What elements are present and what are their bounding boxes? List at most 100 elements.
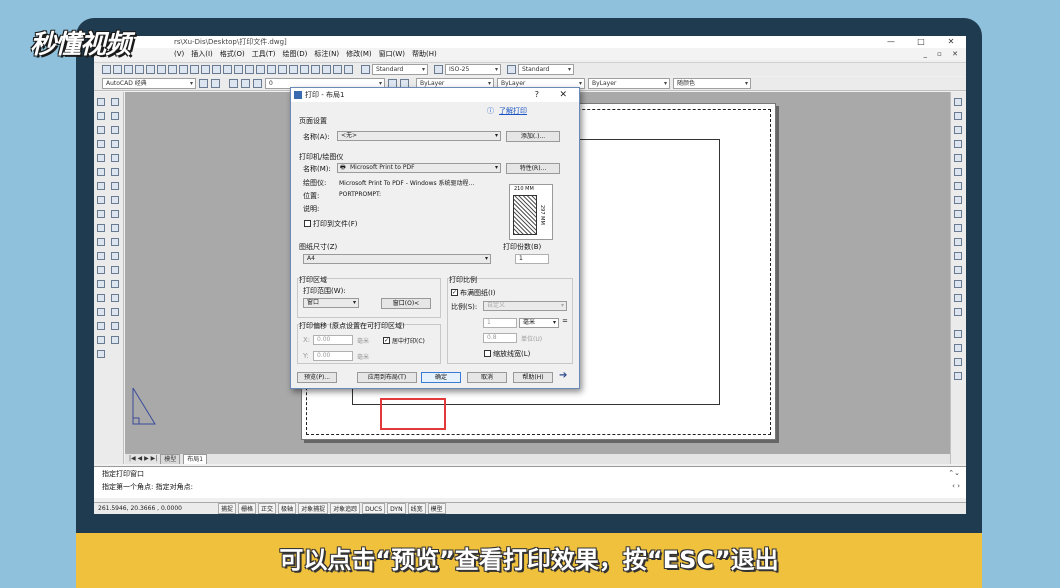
help-question-button[interactable]: ? — [535, 88, 539, 102]
make-block-icon[interactable] — [97, 266, 105, 274]
rectangle-icon[interactable] — [97, 154, 105, 162]
dim-baseline-icon[interactable] — [954, 238, 962, 246]
help-icon[interactable] — [344, 65, 353, 74]
scale-units-input[interactable]: 0.8 — [483, 333, 517, 343]
ucs-icon[interactable] — [954, 344, 962, 352]
page-setup-name-select[interactable]: <无> — [337, 131, 501, 141]
window-pick-button[interactable]: 窗口(O)< — [381, 298, 431, 309]
scale-unit-select[interactable]: 毫米 — [519, 318, 559, 328]
tab-nav-arrows[interactable]: |◀ ◀ ▶ ▶| — [129, 454, 157, 464]
text-style-combo[interactable]: Standard — [372, 64, 428, 75]
tolerance-icon[interactable] — [954, 280, 962, 288]
zoom-icon[interactable] — [245, 65, 254, 74]
learn-plot-link[interactable]: 了解打印 — [499, 106, 527, 116]
lineweight-toggle[interactable]: 线宽 — [407, 503, 426, 514]
view-icon[interactable] — [954, 358, 962, 366]
workspace-combo[interactable]: AutoCAD 经典 — [102, 78, 196, 89]
expand-more-icon[interactable]: ➔ — [559, 370, 567, 381]
dim-style-combo[interactable]: ISO-25 — [445, 64, 501, 75]
undo-icon[interactable] — [212, 65, 221, 74]
text-icon[interactable] — [111, 322, 119, 330]
printer-name-select[interactable]: Microsoft Print to PDF — [337, 163, 501, 173]
array-icon[interactable] — [111, 154, 119, 162]
menu-modify[interactable]: 修改(M) — [346, 48, 372, 60]
insert-block-icon[interactable] — [97, 252, 105, 260]
markup-icon[interactable] — [322, 65, 331, 74]
tool-palette-icon[interactable] — [300, 65, 309, 74]
command-scroll-h-icon[interactable]: ‹ › — [952, 482, 960, 490]
ortho-toggle[interactable]: 正交 — [258, 503, 277, 514]
offset-icon[interactable] — [111, 140, 119, 148]
menu-view[interactable]: (V) — [174, 48, 184, 60]
quick-dim-icon[interactable] — [954, 224, 962, 232]
move-icon[interactable] — [111, 168, 119, 176]
rotate-icon[interactable] — [111, 182, 119, 190]
ellipse-icon[interactable] — [97, 224, 105, 232]
break-icon[interactable] — [111, 252, 119, 260]
help-button[interactable]: 帮助(H) — [513, 372, 553, 383]
dim-angular-icon[interactable] — [954, 210, 962, 218]
add-page-setup-button[interactable]: 添加(.)... — [506, 131, 560, 142]
tab-layout1[interactable]: 布局1 — [183, 454, 208, 464]
stretch-icon[interactable] — [111, 210, 119, 218]
printer-properties-button[interactable]: 特性(R)... — [506, 163, 560, 174]
match-icon[interactable] — [201, 65, 210, 74]
grid-toggle[interactable]: 栅格 — [238, 503, 257, 514]
menu-insert[interactable]: 插入(I) — [191, 48, 213, 60]
gradient-icon[interactable] — [97, 308, 105, 316]
redo-icon[interactable] — [223, 65, 232, 74]
copy-icon[interactable] — [179, 65, 188, 74]
scale-lineweight-checkbox[interactable] — [484, 350, 491, 357]
hatch-icon[interactable] — [97, 294, 105, 302]
leader-icon[interactable] — [954, 266, 962, 274]
dim-edit-icon[interactable] — [954, 308, 962, 316]
orbit-icon[interactable] — [954, 98, 962, 106]
paper-size-select[interactable]: A4 — [303, 254, 491, 264]
sheet-set-icon[interactable] — [311, 65, 320, 74]
erase-icon[interactable] — [111, 98, 119, 106]
dim-aligned-icon[interactable] — [954, 126, 962, 134]
menu-window[interactable]: 窗口(W) — [379, 48, 405, 60]
design-center-icon[interactable] — [289, 65, 298, 74]
render-icon[interactable] — [954, 372, 962, 380]
region-icon[interactable] — [97, 322, 105, 330]
dialog-close-button[interactable]: ✕ — [559, 88, 567, 102]
ok-button[interactable]: 确定 — [421, 372, 461, 383]
preview-button[interactable]: 预览(P)... — [297, 372, 337, 383]
polar-toggle[interactable]: 极轴 — [278, 503, 297, 514]
arc-icon[interactable] — [97, 168, 105, 176]
cut-icon[interactable] — [168, 65, 177, 74]
layer-state-icon[interactable] — [954, 330, 962, 338]
dim-linear-icon[interactable] — [954, 112, 962, 120]
minimize-button[interactable]: — — [876, 36, 906, 48]
lineweight-combo[interactable]: ByLayer — [588, 78, 670, 89]
dimension-icon[interactable] — [111, 336, 119, 344]
close-button[interactable]: ✕ — [936, 36, 966, 48]
apply-to-layout-button[interactable]: 应用到布局(T) — [357, 372, 417, 383]
maximize-button[interactable]: □ — [906, 36, 936, 48]
cancel-button[interactable]: 取消 — [467, 372, 507, 383]
zoom-previous-icon[interactable] — [267, 65, 276, 74]
zoom-window-icon[interactable] — [256, 65, 265, 74]
point-icon[interactable] — [97, 280, 105, 288]
offset-y-input[interactable]: 0.00 — [313, 351, 353, 361]
trim-icon[interactable] — [111, 224, 119, 232]
table-style-combo[interactable]: Standard — [518, 64, 574, 75]
plotstyle-combo[interactable]: 随颜色 — [673, 78, 751, 89]
polygon-icon[interactable] — [97, 140, 105, 148]
preview-icon[interactable] — [146, 65, 155, 74]
menu-help[interactable]: 帮助(H) — [412, 48, 437, 60]
otrack-toggle[interactable]: 对象追踪 — [330, 503, 361, 514]
ducs-toggle[interactable]: DUCS — [362, 503, 386, 514]
command-window[interactable]: 指定打印窗口 指定第一个角点: 指定对角点: ⌃⌄ ‹ › — [94, 466, 966, 498]
model-toggle[interactable]: 模型 — [427, 503, 446, 514]
dim-ordinate-icon[interactable] — [954, 154, 962, 162]
chamfer-icon[interactable] — [111, 280, 119, 288]
ellipse-arc-icon[interactable] — [97, 238, 105, 246]
dim-diameter-icon[interactable] — [954, 196, 962, 204]
join-icon[interactable] — [111, 266, 119, 274]
command-scroll-icon[interactable]: ⌃⌄ — [948, 469, 960, 477]
menu-draw[interactable]: 绘图(D) — [283, 48, 308, 60]
new-icon[interactable] — [102, 65, 111, 74]
fillet-icon[interactable] — [111, 294, 119, 302]
